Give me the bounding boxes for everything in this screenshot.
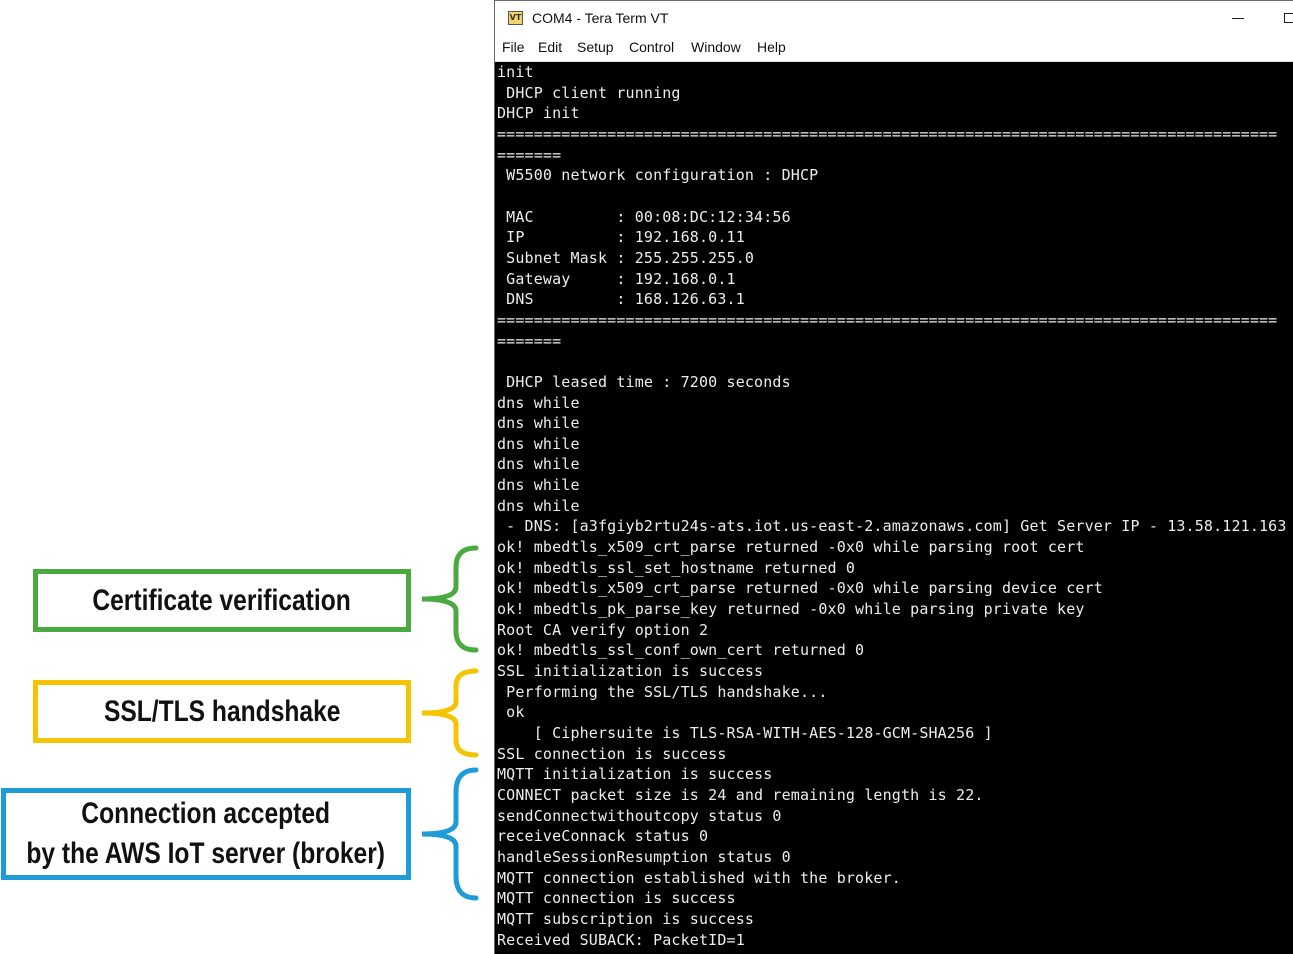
terminal-line: IP : 192.168.0.11 <box>497 228 745 247</box>
terminal-line: MQTT connection established with the bro… <box>497 868 901 887</box>
minimize-button[interactable] <box>1232 18 1244 19</box>
menu-window[interactable]: Window <box>691 39 741 55</box>
terminal-output[interactable]: init DHCP client running DHCP init =======… <box>495 62 1293 954</box>
terminal-line: MAC : 00:08:DC:12:34:56 <box>497 207 791 226</box>
ssl-tls-handshake-label: SSL/TLS handshake <box>33 680 411 743</box>
terminal-line: CONNECT packet size is 24 and remaining … <box>497 785 984 804</box>
window-title: COM4 - Tera Term VT <box>532 10 669 26</box>
terminal-line: dns while <box>497 414 580 433</box>
terminal-line: handleSessionResumption status 0 <box>497 847 791 866</box>
terminal-lines: init DHCP client running DHCP init =======… <box>497 62 1287 950</box>
certificate-verification-text: Certificate verification <box>92 583 352 617</box>
terminal-line: dns while <box>497 455 580 474</box>
menu-bar: File Edit Setup Control Window Help <box>495 35 1293 62</box>
terminal-line: dns while <box>497 434 580 453</box>
tera-term-window: VT COM4 - Tera Term VT File Edit Setup C… <box>494 0 1293 954</box>
menu-setup[interactable]: Setup <box>577 39 614 55</box>
terminal-line: ok! mbedtls_ssl_set_hostname returned 0 <box>497 558 856 577</box>
ssl-tls-handshake-text: SSL/TLS handshake <box>103 694 341 728</box>
terminal-line: [ Ciphersuite is TLS-RSA-WITH-AES-128-GC… <box>497 724 993 742</box>
terminal-line: init <box>497 63 534 81</box>
terminal-line: dns while <box>497 393 580 412</box>
terminal-line: SSL connection is success <box>497 744 727 763</box>
tera-term-icon[interactable]: VT <box>508 11 523 25</box>
terminal-line: MQTT subscription is success <box>497 909 755 928</box>
terminal-line: W5500 network configuration : DHCP <box>497 166 819 185</box>
ssl-brace <box>421 668 479 758</box>
connection-accepted-line1: Connection accepted <box>81 797 331 830</box>
terminal-line: Root CA verify option 2 <box>497 620 709 639</box>
maximize-button[interactable] <box>1284 13 1293 23</box>
terminal-line: ========================================… <box>497 124 1278 143</box>
terminal-line: sendConnectwithoutcopy status 0 <box>497 806 782 825</box>
terminal-line: ======= <box>497 331 562 350</box>
terminal-line: ok <box>497 703 525 722</box>
terminal-line: DHCP init <box>497 104 580 123</box>
menu-help[interactable]: Help <box>757 39 786 55</box>
connection-brace <box>421 767 479 901</box>
terminal-line: Received SUBACK: PacketID=1 <box>497 930 745 949</box>
terminal-line: ========================================… <box>497 310 1278 329</box>
terminal-line: ok! mbedtls_pk_parse_key returned -0x0 w… <box>497 600 1085 619</box>
terminal-line: Subnet Mask : 255.255.255.0 <box>497 248 755 267</box>
terminal-line: MQTT initialization is success <box>497 765 773 784</box>
terminal-line: Performing the SSL/TLS handshake... <box>497 682 828 701</box>
terminal-line: SSL initialization is success <box>497 662 764 681</box>
terminal-line: MQTT connection is success <box>497 889 736 908</box>
terminal-line: Gateway : 192.168.0.1 <box>497 269 736 288</box>
terminal-line: receiveConnack status 0 <box>497 827 709 846</box>
terminal-line: DNS : 168.126.63.1 <box>497 290 745 309</box>
title-bar[interactable]: VT COM4 - Tera Term VT <box>495 1 1293 35</box>
terminal-line: dns while <box>497 476 580 495</box>
terminal-line: - DNS: [a3fgiyb2rtu24s-ats.iot.us-east-2… <box>497 517 1287 536</box>
terminal-line: DHCP client running <box>497 83 681 102</box>
certificate-verification-label: Certificate verification <box>33 569 411 632</box>
terminal-line: ======= <box>497 145 562 164</box>
connection-accepted-label: Connection accepted by the AWS IoT serve… <box>1 788 411 880</box>
menu-file[interactable]: File <box>502 39 525 55</box>
terminal-line: dns while <box>497 496 580 515</box>
terminal-line: DHCP leased time : 7200 seconds <box>497 372 791 391</box>
certificate-brace <box>421 545 479 653</box>
terminal-line: ok! mbedtls_x509_crt_parse returned -0x0… <box>497 579 1103 598</box>
terminal-line: ok! mbedtls_ssl_conf_own_cert returned 0 <box>497 641 865 660</box>
menu-control[interactable]: Control <box>629 39 674 55</box>
connection-accepted-line2: by the AWS IoT server (broker) <box>26 837 386 870</box>
terminal-line: ok! mbedtls_x509_crt_parse returned -0x0… <box>497 538 1085 557</box>
menu-edit[interactable]: Edit <box>538 39 562 55</box>
